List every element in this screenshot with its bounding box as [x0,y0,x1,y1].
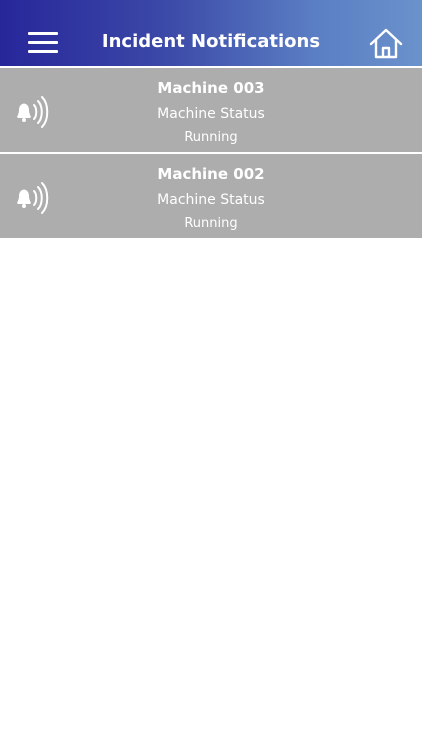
menu-button[interactable] [22,24,66,60]
home-icon [369,28,403,59]
app-header: Incident Notifications [0,0,422,66]
status-value: Running [184,130,238,145]
page-title: Incident Notifications [101,31,321,52]
notification-list: Machine 003 Machine Status Running Machi… [0,66,422,238]
machine-name: Machine 002 [157,165,265,183]
status-label: Machine Status [157,106,265,122]
notification-item[interactable]: Machine 003 Machine Status Running [0,66,422,152]
notification-item[interactable]: Machine 002 Machine Status Running [0,152,422,238]
status-value: Running [184,216,238,231]
alarm-bell-icon [17,96,49,128]
alarm-bell-icon [17,182,49,214]
status-label: Machine Status [157,192,265,208]
machine-name: Machine 003 [157,79,265,97]
home-button[interactable] [366,26,406,62]
